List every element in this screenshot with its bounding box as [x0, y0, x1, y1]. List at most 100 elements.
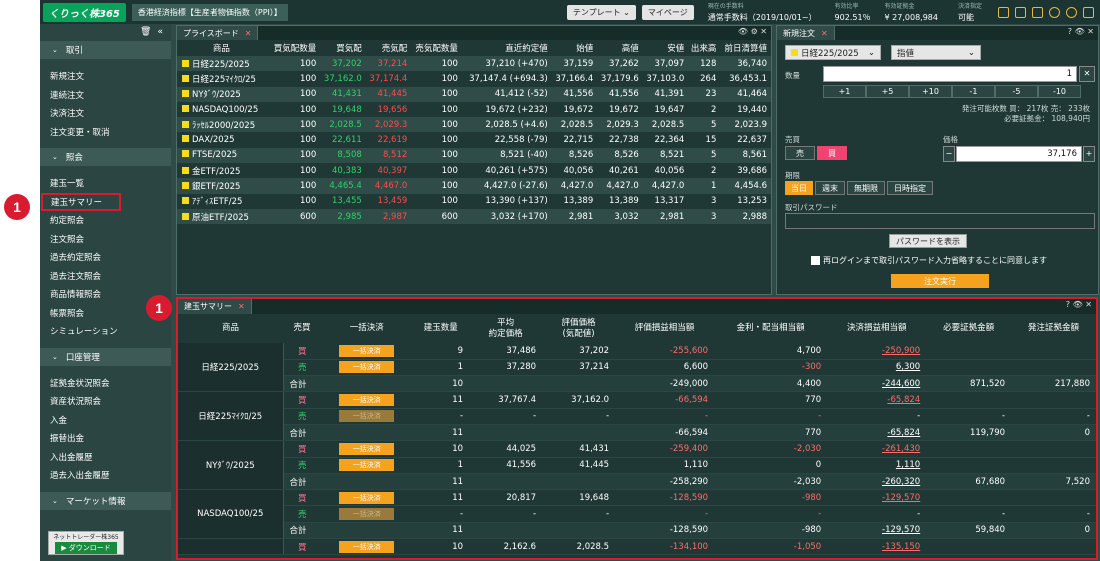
sidebar-item[interactable]: 建玉サマリー [41, 192, 121, 211]
period-option[interactable]: 無期限 [847, 181, 885, 195]
table-cell[interactable]: -129,570 [827, 489, 927, 507]
collapse-icon[interactable]: « [157, 27, 163, 37]
panel-controls[interactable]: 👁 ⚙ ✕ [738, 27, 767, 36]
bulk-settle-button[interactable]: 一括決済 [339, 540, 395, 553]
sidebar-item[interactable]: 振替出金 [40, 429, 171, 448]
price-input[interactable]: 37,176 [956, 146, 1082, 162]
sidebar-item[interactable]: 連続注文 [40, 86, 171, 105]
sidebar-item[interactable]: 過去約定照会 [40, 248, 171, 267]
table-cell[interactable]: -65,824 [827, 391, 927, 409]
close-icon[interactable]: ✕ [238, 302, 245, 311]
qty-step-button[interactable]: -1 [952, 85, 995, 98]
bulk-settle-button[interactable]: 一括決済 [339, 361, 395, 374]
table-cell[interactable]: 6,300 [827, 359, 927, 377]
price-minus-button[interactable]: − [943, 146, 955, 162]
tab-new-order[interactable]: 新規注文 ✕ [777, 26, 835, 40]
sidebar-item[interactable]: シミュレーション [40, 322, 171, 341]
bulk-settle-button[interactable]: 一括決済 [339, 442, 395, 455]
close-icon[interactable]: ✕ [245, 29, 252, 38]
price-plus-button[interactable]: + [1083, 146, 1095, 162]
table-cell[interactable]: -260,320 [827, 473, 927, 491]
tab-position-summary[interactable]: 建玉サマリー ✕ [178, 299, 252, 314]
product-select[interactable]: 日経225/2025 ⌄ [785, 45, 881, 60]
period-option[interactable]: 日時指定 [887, 181, 933, 195]
sidebar-item[interactable]: 新規注文 [40, 67, 171, 86]
mypage-button[interactable]: マイページ [641, 4, 694, 20]
logout-icon[interactable] [1083, 6, 1094, 18]
column-header[interactable]: 商品 [177, 40, 270, 56]
sidebar-item[interactable]: 注文照会 [40, 230, 171, 249]
sidebar-item[interactable]: 約定照会 [40, 211, 171, 230]
bulk-settle-button[interactable]: 一括決済 [339, 459, 395, 472]
table-row[interactable]: 日経225/2025 100 37,202 37,214 100 37,210 (+470… [177, 56, 771, 72]
table-row[interactable]: ｱﾃﾞｨｽETF/25 100 13,455 13,459 100 13,390 (+13… [177, 193, 771, 209]
bulk-settle-button[interactable]: 一括決済 [339, 394, 395, 407]
table-row[interactable]: FTSE/2025 100 8,508 8,512 100 8,521 (-40) 8,52… [177, 147, 771, 164]
panel-controls[interactable]: ? 👁 ✕ [1068, 27, 1094, 36]
sidebar-item[interactable]: 過去入出金履歴 [40, 466, 171, 485]
show-password-button[interactable]: パスワードを表示 [889, 234, 967, 248]
sidebar-item[interactable]: 資産状況照会 [40, 392, 171, 411]
close-icon[interactable]: ✕ [821, 29, 828, 38]
template-button[interactable]: テンプレート ⌄ [566, 4, 636, 20]
sidebar-item[interactable]: 証拠金状況照会 [40, 374, 171, 393]
download-banner[interactable]: ネットトレーダー株365 ▶ ダウンロード [48, 531, 124, 555]
clear-qty-button[interactable]: ✕ [1079, 66, 1095, 82]
sidebar-item[interactable]: 決済注文 [40, 104, 171, 123]
table-cell[interactable]: -244,600 [827, 375, 927, 393]
column-header[interactable]: 買気配数量 [269, 40, 321, 56]
column-header[interactable]: 安値 [642, 40, 689, 56]
sidebar-item[interactable]: 入出金履歴 [40, 448, 171, 467]
sidebar-section-header[interactable]: ⌄ 口座管理 [40, 347, 171, 366]
table-cell[interactable]: -65,824 [827, 424, 927, 442]
password-input[interactable] [785, 213, 1095, 229]
qty-step-button[interactable]: +1 [823, 85, 866, 98]
qty-step-button[interactable]: -10 [1038, 85, 1081, 98]
column-header[interactable]: 始値 [551, 40, 598, 56]
table-cell[interactable]: -135,150 [827, 538, 927, 556]
table-row[interactable]: NASDAQ100/25 100 19,648 19,656 100 19,672 (+2… [177, 101, 771, 118]
column-header[interactable]: 高値 [597, 40, 643, 56]
agree-checkbox[interactable] [811, 256, 820, 265]
column-header[interactable]: 売気配数量 [411, 40, 462, 56]
column-header[interactable]: 直近約定値 [461, 40, 552, 56]
user-icon[interactable] [1066, 6, 1077, 18]
qty-step-button[interactable]: +5 [866, 85, 909, 98]
qty-step-button[interactable]: -5 [995, 85, 1038, 98]
column-header[interactable]: 買気配 [320, 40, 366, 56]
bulk-settle-button[interactable]: 一括決済 [339, 344, 395, 357]
trash-icon[interactable]: 🗑 [140, 27, 151, 37]
table-row[interactable]: DAX/2025 100 22,611 22,619 100 22,558 (-79) 22… [177, 132, 771, 148]
news-ticker[interactable]: 香港経済指標【生産者物価指数（PPI）】 [131, 3, 288, 21]
quantity-input[interactable]: 1 [823, 66, 1077, 82]
table-cell[interactable]: - [827, 505, 927, 523]
tab-price-board[interactable]: プライスボード ✕ [177, 26, 259, 40]
buy-button[interactable]: 買 [817, 146, 847, 160]
download-button[interactable]: ▶ ダウンロード [55, 542, 117, 554]
table-cell[interactable]: -261,430 [827, 440, 927, 458]
table-cell[interactable]: -250,900 [827, 343, 927, 360]
period-option[interactable]: 週末 [815, 181, 845, 195]
submit-order-button[interactable]: 注文実行 [891, 274, 989, 288]
panel-controls[interactable]: ? 👁 ✕ [1066, 300, 1092, 309]
gear-icon[interactable] [1032, 6, 1043, 18]
column-header[interactable]: 前日清算値 [720, 40, 771, 56]
table-cell[interactable]: - [827, 408, 927, 425]
table-row[interactable]: 原油ETF/2025 600 2,985 2,987 600 3,032 (+170) 2,… [177, 208, 771, 225]
sidebar-item[interactable]: 建玉一覧 [40, 174, 171, 193]
column-header[interactable]: 売気配 [365, 40, 412, 56]
table-row[interactable]: NYﾀﾞｳ/2025 100 41,431 41,445 100 41,412 (-52)… [177, 86, 771, 102]
table-row[interactable]: ﾗｯｾﾙ2000/2025 100 2,028.5 2,029.3 100 2,028.5… [177, 117, 771, 133]
sell-button[interactable]: 売 [785, 146, 815, 160]
table-row[interactable]: 金ETF/2025 100 40,383 40,397 100 40,261 (+575)… [177, 163, 771, 179]
mail-icon[interactable] [1015, 6, 1026, 18]
table-row[interactable]: 日経225ﾏｲｸﾛ/25 100 37,162.0 37,174.4 100 37,147… [177, 71, 771, 87]
qty-step-button[interactable]: +10 [909, 85, 952, 98]
home-icon[interactable] [998, 6, 1009, 18]
table-cell[interactable]: -129,570 [827, 522, 927, 540]
sidebar-item[interactable]: 入金 [40, 411, 171, 430]
period-option[interactable]: 当日 [785, 181, 813, 195]
table-row[interactable]: 銀ETF/2025 100 4,465.4 4,467.0 100 4,427.0 (-2… [177, 178, 771, 194]
sidebar-section-header[interactable]: ⌄ マーケット情報 [40, 491, 171, 510]
order-type-select[interactable]: 指値 ⌄ [891, 45, 981, 60]
